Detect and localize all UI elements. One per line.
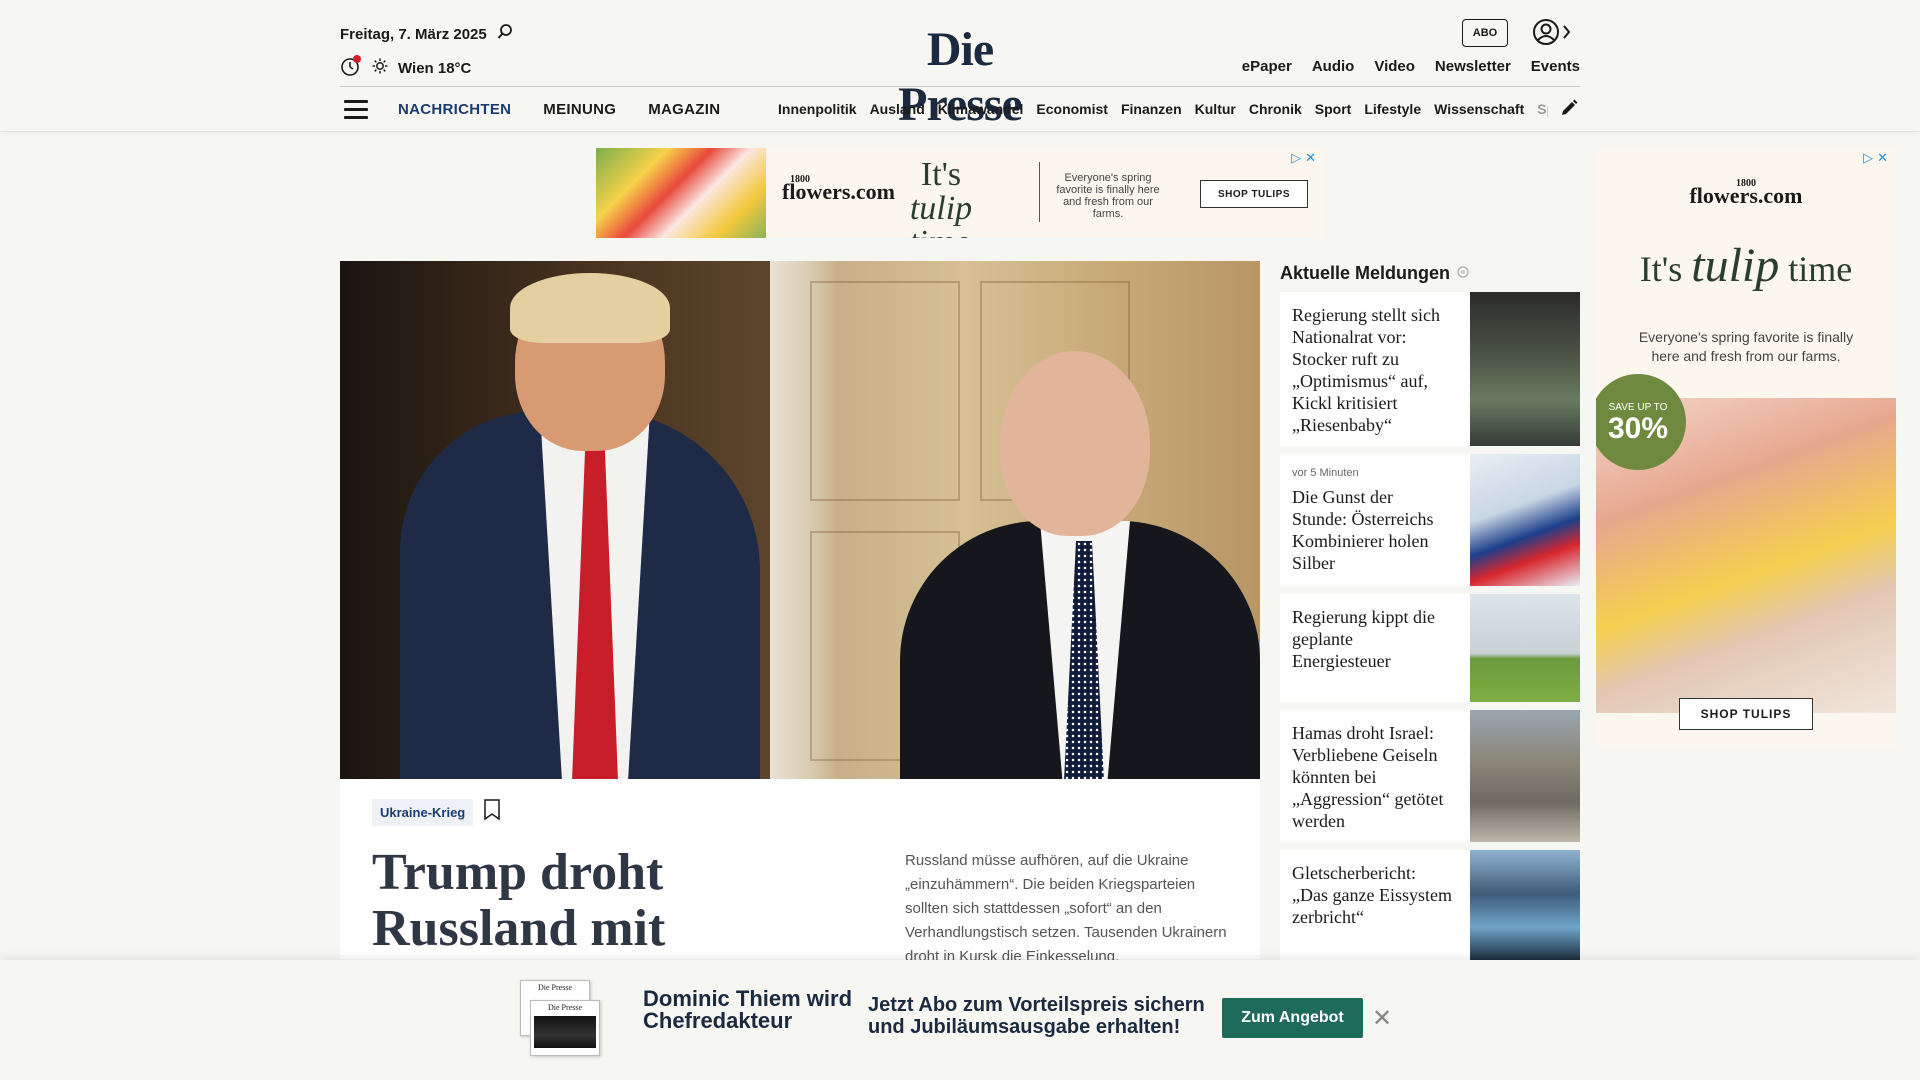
news-item[interactable]: Regierung kippt die geplante Energiesteu… — [1280, 594, 1580, 702]
nav-finanzen[interactable]: Finanzen — [1121, 101, 1182, 117]
nav-wissenschaft[interactable]: Wissenschaft — [1434, 101, 1524, 117]
latest-news: Aktuelle Meldungen Regierung stellt sich… — [1280, 258, 1580, 960]
weather-text: Wien 18°C — [398, 59, 472, 77]
news-thumbnail — [1470, 594, 1580, 702]
top-banner-ad[interactable]: 1800flowers.com It's tuliptime Everyone'… — [596, 148, 1324, 238]
ad-subtext: Everyone's spring favorite is finally he… — [1638, 329, 1854, 364]
util-link-events[interactable]: Events — [1531, 58, 1580, 75]
news-item-headline: Die Gunst der Stunde: Österreichs Kombin… — [1292, 487, 1434, 573]
main-navigation: NACHRICHTEN MEINUNG MAGAZIN Innenpolitik… — [340, 86, 1580, 132]
nav-nachrichten[interactable]: NACHRICHTEN — [398, 101, 511, 118]
news-thumbnail — [1470, 292, 1580, 446]
news-thumbnail — [1470, 710, 1580, 842]
util-link-audio[interactable]: Audio — [1312, 58, 1355, 75]
weather-row: Wien 18°C — [340, 55, 471, 81]
lead-article[interactable]: Ukraine-Krieg Trump droht Russland mit B… — [340, 779, 1260, 1013]
hero-image[interactable] — [340, 261, 1260, 779]
ad-tagline: It's tuliptime — [909, 156, 973, 239]
search-icon[interactable] — [497, 24, 513, 44]
hamburger-menu-icon[interactable] — [344, 100, 368, 119]
ad-shop-button[interactable]: SHOP TULIPS — [1679, 698, 1813, 730]
history-clock-icon[interactable] — [340, 55, 362, 81]
bookmark-icon[interactable] — [483, 799, 501, 826]
sun-icon — [372, 58, 388, 78]
ad-tagline: It's tulip time — [1639, 239, 1853, 292]
nav-lifestyle[interactable]: Lifestyle — [1364, 101, 1421, 117]
tulip-image — [596, 148, 766, 238]
zum-angebot-button[interactable]: Zum Angebot — [1222, 998, 1363, 1038]
news-item-time: vor 5 Minuten — [1292, 467, 1359, 479]
subscription-promo-banner: Die Presse Die Presse Dominic Thiem wird… — [0, 960, 1920, 1080]
topic-tag[interactable]: Ukraine-Krieg — [372, 799, 474, 826]
article-kicker: Ukraine-Krieg — [372, 799, 501, 826]
user-account-icon[interactable] — [1532, 18, 1572, 48]
news-item[interactable]: Regierung stellt sich Nationalrat vor: S… — [1280, 292, 1580, 446]
pencil-edit-icon[interactable] — [1560, 99, 1578, 122]
current-date: Freitag, 7. März 2025 — [340, 25, 487, 43]
promo-title: Dominic Thiem wird Chefredakteur — [643, 986, 853, 1033]
ad-shop-button[interactable]: SHOP TULIPS — [1200, 180, 1308, 208]
abo-button[interactable]: ABO — [1462, 19, 1508, 47]
nav-meinung[interactable]: MEINUNG — [543, 101, 616, 118]
util-link-epaper[interactable]: ePaper — [1242, 58, 1292, 75]
ad-brand-logo: 1800 flowers.com — [782, 174, 896, 204]
article-teaser: Russland müsse aufhören, auf die Ukraine… — [905, 852, 1227, 965]
date-row: Freitag, 7. März 2025 — [340, 24, 513, 44]
site-header: Freitag, 7. März 2025 Wien 18°C Die Pres… — [0, 0, 1920, 132]
news-item-headline: Regierung kippt die geplante Energiesteu… — [1292, 607, 1435, 671]
ad-divider — [1039, 162, 1040, 222]
ad-choices-icon[interactable]: ▷ ✕ — [1291, 150, 1316, 166]
promo-text: Jetzt Abo zum Vorteilspreis sichern und … — [868, 994, 1205, 1038]
live-pulse-icon — [1456, 263, 1470, 284]
utility-links: ePaper Audio Video Newsletter Events — [1242, 58, 1580, 75]
nav-magazin[interactable]: MAGAZIN — [648, 101, 720, 118]
news-item-headline: Gletscherbericht: „Das ganze Eissystem z… — [1292, 863, 1452, 927]
news-item[interactable]: Gletscherbericht: „Das ganze Eissystem z… — [1280, 850, 1580, 960]
nav-kultur[interactable]: Kultur — [1195, 101, 1236, 117]
main-nav-links: NACHRICHTEN MEINUNG MAGAZIN — [398, 101, 720, 118]
news-thumbnail — [1470, 454, 1580, 586]
news-item-headline: Regierung stellt sich Nationalrat vor: S… — [1292, 305, 1440, 435]
nav-klimawandel[interactable]: Klimawandel — [938, 101, 1024, 117]
news-thumbnail — [1470, 850, 1580, 960]
nav-innenpolitik[interactable]: Innenpolitik — [778, 101, 857, 117]
nav-economist[interactable]: Economist — [1036, 101, 1108, 117]
sidebar-ad[interactable]: ▷ ✕ 1800 flowers.com It's tulip time Every… — [1596, 148, 1896, 748]
close-icon[interactable]: ✕ — [1372, 1004, 1392, 1033]
nav-sport[interactable]: Sport — [1315, 101, 1352, 117]
section-nav: Innenpolitik Ausland Klimawandel Economi… — [778, 101, 1548, 117]
util-link-video[interactable]: Video — [1374, 58, 1415, 75]
nav-ausland[interactable]: Ausland — [870, 101, 925, 117]
nav-chronik[interactable]: Chronik — [1249, 101, 1302, 117]
news-item[interactable]: Hamas droht Israel: Verbliebene Geiseln … — [1280, 710, 1580, 842]
util-link-newsletter[interactable]: Newsletter — [1435, 58, 1511, 75]
news-item[interactable]: vor 5 Minuten Die Gunst der Stunde: Öste… — [1280, 454, 1580, 586]
nav-spectrum[interactable]: Spectr — [1537, 101, 1548, 117]
ad-choices-icon[interactable]: ▷ ✕ — [1863, 150, 1888, 166]
latest-news-title: Aktuelle Meldungen — [1280, 258, 1580, 288]
ad-subtext: Everyone's spring favorite is finally he… — [1056, 172, 1160, 220]
ad-brand-logo: 1800 flowers.com — [1689, 178, 1803, 208]
news-item-headline: Hamas droht Israel: Verbliebene Geiseln … — [1292, 723, 1444, 831]
newspaper-image: Die Presse Die Presse — [520, 980, 602, 1060]
